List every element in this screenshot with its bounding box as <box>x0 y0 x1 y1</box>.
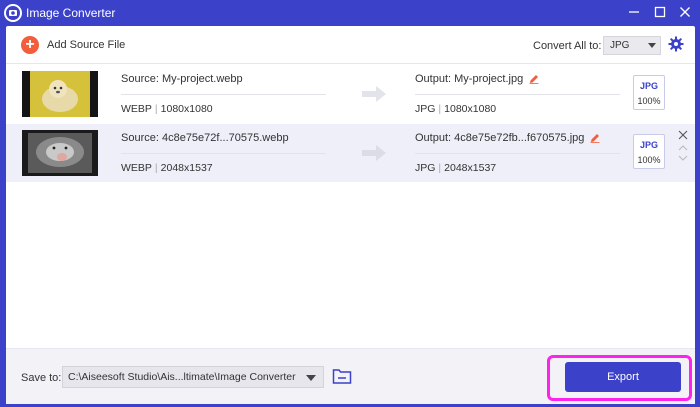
source-size: 1080x1080 <box>160 103 213 115</box>
close-button[interactable] <box>677 4 693 20</box>
add-source-file-label: Add Source File <box>47 39 126 51</box>
output-format: JPG <box>415 162 436 174</box>
source-format: WEBP <box>121 103 152 115</box>
chevron-up-icon[interactable] <box>678 144 688 152</box>
save-path-select[interactable]: C:\Aiseesoft Studio\Ais...ltimate\Image … <box>62 366 324 388</box>
output-quality: 100% <box>637 96 661 106</box>
output-filename-area: Output: My-project.jpg <box>415 73 539 85</box>
minimize-button[interactable] <box>626 4 642 20</box>
window-title: Image Converter <box>26 6 116 20</box>
source-meta: WEBP | 1080x1080 <box>121 103 213 115</box>
folder-icon[interactable] <box>332 367 352 385</box>
pencil-icon[interactable] <box>590 133 600 143</box>
file-row[interactable]: Source: 4c8e75e72f...70575.webp WEBP | 204… <box>6 124 695 182</box>
source-meta: WEBP | 2048x1537 <box>121 162 213 174</box>
file-row[interactable]: Source: My-project.webp WEBP | 1080x1080 O… <box>6 65 695 123</box>
app-window: Image Converter + Add Source File Conver… <box>0 0 700 407</box>
dog-thumbnail-image <box>22 71 98 117</box>
chevron-down-icon <box>648 43 656 48</box>
maximize-button[interactable] <box>652 4 668 20</box>
output-meta: JPG | 2048x1537 <box>415 162 497 174</box>
output-filename: Output: 4c8e75e72fb...f670575.jpg <box>415 132 585 144</box>
output-filename-area: Output: 4c8e75e72fb...f670575.jpg <box>415 132 600 144</box>
save-to-label: Save to: <box>21 372 62 384</box>
output-format-button[interactable]: JPG 100% <box>633 134 665 169</box>
file-thumbnail <box>22 130 98 176</box>
file-thumbnail <box>22 71 98 117</box>
maximize-icon <box>654 6 666 18</box>
main-panel: + Add Source File Convert All to: JPG So… <box>6 26 695 404</box>
minimize-icon <box>629 11 639 13</box>
divider <box>415 153 620 154</box>
animal-thumbnail-image <box>22 130 98 176</box>
source-format: WEBP <box>121 162 152 174</box>
divider <box>415 94 620 95</box>
chevron-down-icon[interactable] <box>306 375 316 381</box>
toolbar: + Add Source File Convert All to: JPG <box>6 26 695 64</box>
output-quality: 100% <box>637 155 661 165</box>
output-filename: Output: My-project.jpg <box>415 73 524 85</box>
gear-icon[interactable] <box>668 36 684 52</box>
output-format-badge: JPG <box>639 140 658 150</box>
app-logo-icon <box>4 4 22 22</box>
chevron-down-icon[interactable] <box>678 154 688 162</box>
title-bar[interactable]: Image Converter <box>0 0 700 26</box>
output-format-badge: JPG <box>639 81 658 91</box>
remove-file-icon[interactable] <box>678 130 688 140</box>
source-filename: Source: My-project.webp <box>121 73 243 85</box>
divider <box>121 153 326 154</box>
pencil-icon[interactable] <box>529 74 539 84</box>
divider <box>121 94 326 95</box>
source-size: 2048x1537 <box>160 162 213 174</box>
convert-all-value: JPG <box>610 40 630 51</box>
output-meta: JPG | 1080x1080 <box>415 103 497 115</box>
arrow-right-icon <box>362 145 386 161</box>
close-icon <box>680 7 690 17</box>
convert-all-select[interactable]: JPG <box>603 36 661 55</box>
source-filename: Source: 4c8e75e72f...70575.webp <box>121 132 289 144</box>
output-size: 1080x1080 <box>444 103 497 115</box>
save-path-value: C:\Aiseesoft Studio\Ais...ltimate\Image … <box>68 371 296 383</box>
plus-icon: + <box>21 36 39 54</box>
convert-all-label: Convert All to: <box>533 40 602 52</box>
arrow-right-icon <box>362 86 386 102</box>
footer-bar: Save to: C:\Aiseesoft Studio\Ais...ltima… <box>6 348 695 404</box>
export-button[interactable]: Export <box>565 362 681 392</box>
add-source-file-button[interactable]: + Add Source File <box>21 36 125 54</box>
output-format: JPG <box>415 103 436 115</box>
output-size: 2048x1537 <box>444 162 497 174</box>
output-format-button[interactable]: JPG 100% <box>633 75 665 110</box>
